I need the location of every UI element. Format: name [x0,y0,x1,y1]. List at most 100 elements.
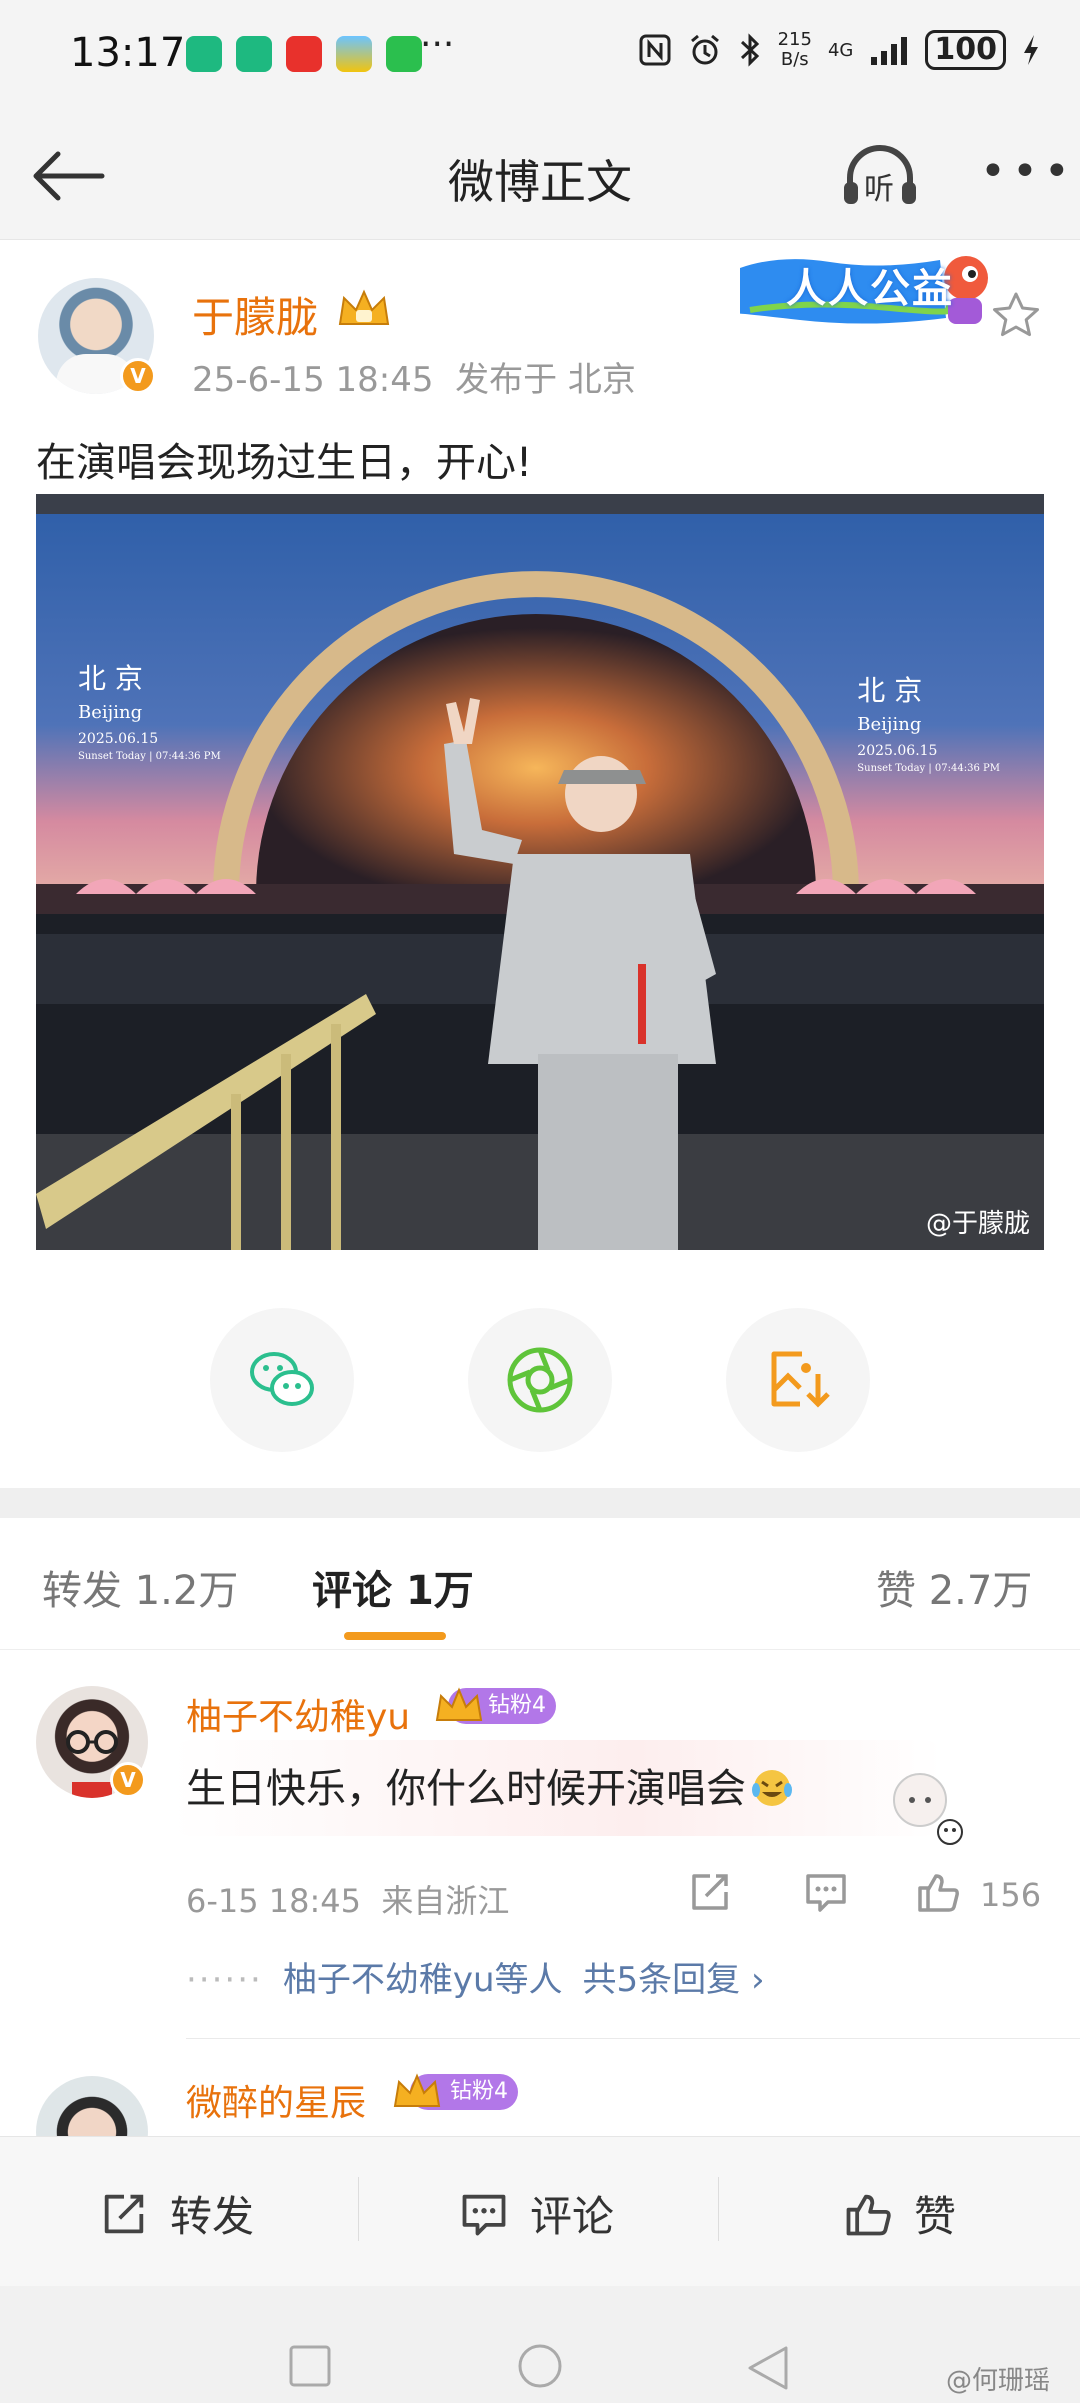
status-right: 215 B/s 4G 100 [638,30,1040,70]
fan-crown-icon-2 [393,2073,441,2107]
screen-left-city-cn: 北 京 [78,662,143,695]
more-options-icon[interactable]: ••• [980,146,1076,197]
game-app-icon [336,36,372,72]
screen-right-date: 2025.06.15 [857,743,938,759]
tab-comments[interactable]: 评论 1万 [312,1558,474,1616]
net-speed: 215 B/s [778,30,812,70]
sports-app-icon [186,36,222,72]
credit-watermark: @何珊瑶 [945,2366,1050,2396]
comment-label: 评论 [530,2192,615,2241]
tab-reposts-count: 1.2万 [134,1568,239,1614]
screen-right-caption: 北 京 Beijing 2025.06.15 Sunset Today | 07… [857,674,1000,778]
comment-text: 生日快乐，你什么时候开演唱会 [186,1756,794,1814]
section-divider [0,1488,1080,1518]
comment-icon [462,2194,506,2235]
fan-crown-icon [435,1687,483,1721]
like-button[interactable]: 赞 [842,2183,956,2244]
tab-reposts[interactable]: 转发 1.2万 [42,1558,238,1616]
huawei-app-icon [286,36,322,72]
repost-icon [104,2194,144,2233]
like-label: 赞 [914,2192,957,2241]
screen-left-caption: 北 京 Beijing 2025.06.15 Sunset Today | 07… [78,662,221,766]
tab-likes[interactable]: 赞 2.7万 [876,1558,1032,1616]
sports-app-icon-2 [236,36,272,72]
vip-crown-icon [338,289,390,325]
nfc-icon [639,34,671,66]
bottom-divider-1 [358,2177,359,2241]
post-photo[interactable]: 北 京 Beijing 2025.06.15 Sunset Today | 07… [36,494,1044,1250]
moments-shutter-icon [507,1347,573,1413]
bluetooth-icon [740,33,759,67]
wechat-icon [250,1352,314,1406]
comment-reply-icon[interactable] [802,1868,850,1916]
replies-dotted-line: ······ [186,1960,263,2000]
tab-reposts-label: 转发 [42,1568,122,1614]
replies-users: 柚子不幼稚yu等人 [282,1960,563,2000]
status-more: ··· [420,24,455,65]
post-location: 发布于 北京 [455,360,636,400]
tab-comments-label: 评论 [312,1568,392,1614]
post-timestamp: 25-6-15 18:45 [192,360,434,400]
share-wechat-button[interactable] [210,1308,354,1452]
signal-icon [871,37,908,65]
net-speed-value: 215 B/s [777,29,812,70]
charity-label: 人人公益 [786,266,954,312]
bottom-action-bar: 转发 评论 赞 [0,2136,1080,2286]
comment-repost-icon[interactable] [686,1868,734,1916]
screen-left-sunset: Sunset Today | 07:44:36 PM [78,751,221,762]
tab-comments-count: 1万 [405,1568,474,1614]
photo-watermark: @于朦胧 [925,1209,1030,1239]
signal-label: 4G [827,39,854,61]
comment-author-name[interactable]: 柚子不幼稚yu [186,1688,410,1740]
wechat-app-icon [386,36,422,72]
comment-time: 6-15 18:45 [186,1882,362,1920]
repost-label: 转发 [170,2192,255,2241]
recent-apps-icon[interactable] [288,2344,332,2388]
comment-replies-link[interactable]: ······ 柚子不幼稚yu等人 共5条回复 › [186,1952,765,2001]
tab-likes-count: 2.7万 [928,1568,1033,1614]
chevron-right-icon: › [750,1960,765,2000]
comment-like-icon[interactable] [914,1868,962,1916]
notification-app-icons [186,36,422,72]
bottom-divider-2 [718,2177,719,2241]
repost-button[interactable]: 转发 [98,2183,254,2244]
comment-button[interactable]: 评论 [458,2183,614,2244]
back-triangle-icon[interactable] [746,2344,790,2392]
comment-source: 来自浙江 [381,1882,510,1920]
share-moments-button[interactable] [468,1308,612,1452]
download-image-icon [771,1351,830,1408]
screen-right-sunset: Sunset Today | 07:44:36 PM [857,763,1000,774]
post-meta: 25-6-15 18:45 发布于 北京 [192,352,636,401]
screen-left-date: 2025.06.15 [78,731,159,747]
top-nav-bar: 微博正文 听 ••• [0,110,1080,240]
alarm-icon [690,34,719,65]
status-bar: 13:17 ··· 215 B/s 4G 100 [0,0,1080,110]
replies-total: 共5条回复 [582,1960,741,2000]
save-image-button[interactable] [726,1308,870,1452]
comment-meta: 6-15 18:45 来自浙江 [186,1876,509,1922]
comment-divider [186,2038,1080,2039]
comment-text-body: 生日快乐，你什么时候开演唱会 [186,1766,746,1812]
tab-likes-label: 赞 [876,1568,916,1614]
listen-button[interactable]: 听 [840,144,920,208]
author-name[interactable]: 于朦胧 [192,284,318,345]
verified-badge-icon: V [120,358,156,394]
weibo-post-page: 13:17 ··· 215 B/s 4G 100 微博正文 听 ••• V 于朦… [0,0,1080,2403]
status-time: 13:17 [70,30,186,76]
concert-stage-illustration [36,494,1044,1250]
comment-verified-badge-icon: V [110,1762,146,1798]
post-text: 在演唱会现场过生日，开心! [36,440,533,486]
favorite-star-icon[interactable] [990,290,1042,342]
crying-laughing-emoji-icon [752,1770,792,1806]
home-circle-icon[interactable] [516,2344,564,2392]
comment-like-count: 156 [980,1876,1042,1914]
listen-label: 听 [864,172,894,207]
comment-author-name-2[interactable]: 微醉的星辰 [186,2074,366,2126]
like-thumb-icon [846,2194,891,2235]
charging-icon [1024,35,1038,65]
screen-right-city-en: Beijing [857,714,922,735]
active-tab-indicator [344,1632,446,1640]
bubble-sticker-icon [893,1773,963,1845]
interaction-tabs: 转发 1.2万 评论 1万 赞 2.7万 [0,1518,1080,1650]
screen-left-city-en: Beijing [78,702,143,723]
